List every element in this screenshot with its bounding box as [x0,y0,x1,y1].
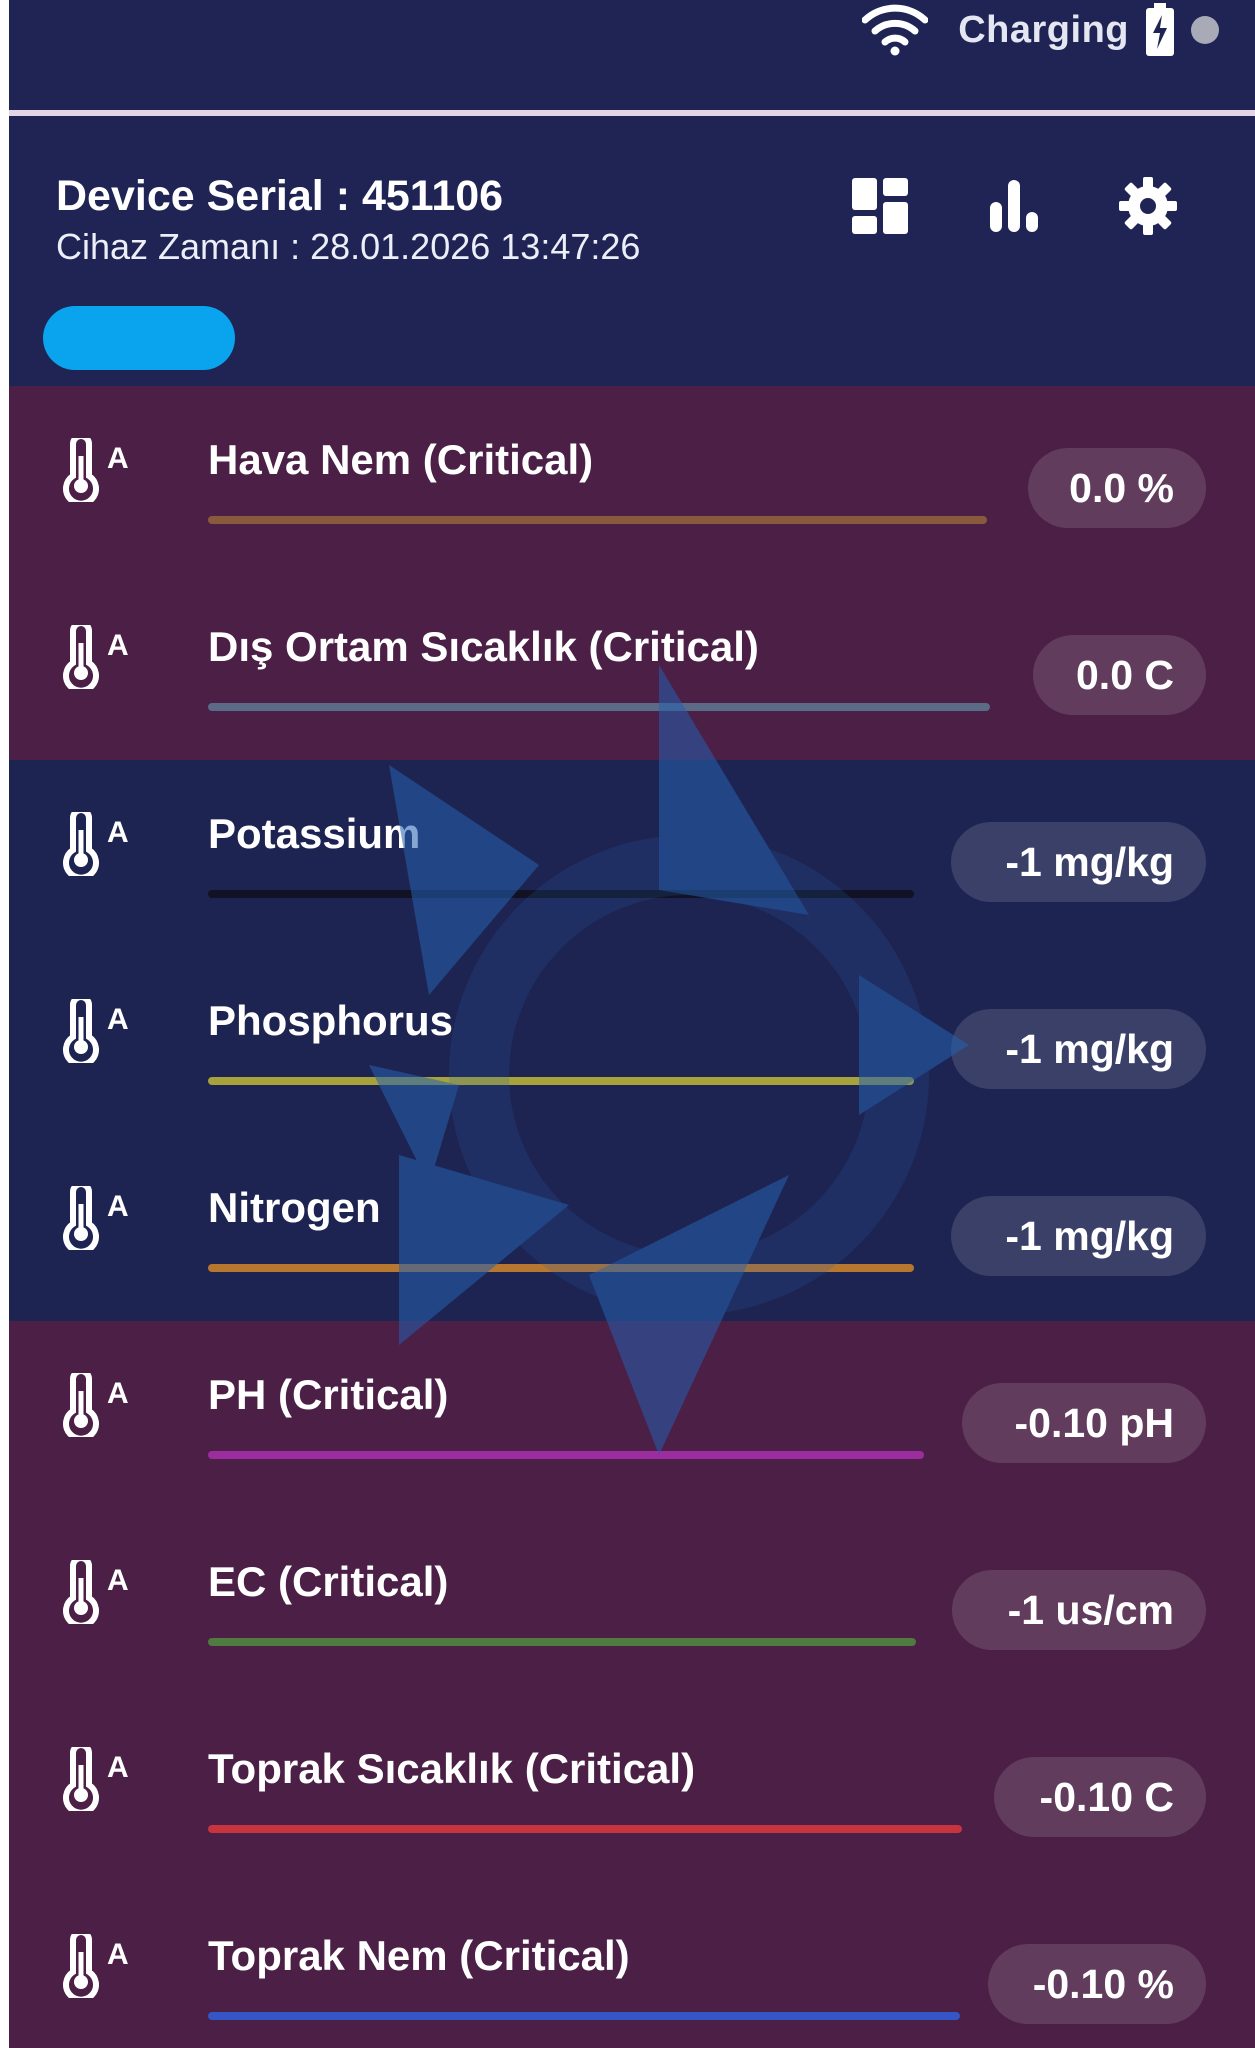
sensor-trend-line [208,516,987,524]
sensor-value-badge: -1 mg/kg [951,1009,1206,1089]
sensor-value-badge: -0.10 % [988,1944,1206,2024]
thermometer-auto-icon: A [63,438,129,502]
sensor-trend-line [208,1825,962,1833]
sensor-trend-line [208,890,914,898]
thermometer-auto-icon: A [63,1747,129,1811]
sensor-trend-line [208,1451,924,1459]
sensor-row[interactable]: A Dış Ortam Sıcaklık (Critical) 0.0 C [9,573,1255,760]
charging-status-text: Charging [958,8,1129,51]
sensor-row[interactable]: A EC (Critical) -1 us/cm [9,1508,1255,1695]
sensor-trend-line [208,1264,914,1272]
sensor-value-badge: 0.0 C [1033,635,1206,715]
status-dot-icon [1191,16,1219,44]
thermometer-auto-icon: A [63,1560,129,1624]
sensor-label: Nitrogen [208,1184,381,1231]
sensor-trend-line [208,703,990,711]
app-screen: Charging Device Serial : 451106 Cihaz Za… [9,0,1255,2048]
svg-text:A: A [107,1377,129,1410]
sensor-label: Hava Nem (Critical) [208,436,594,483]
sensor-value-badge: -0.10 C [994,1757,1206,1837]
svg-text:A: A [107,629,129,662]
svg-text:A: A [107,1190,129,1223]
thermometer-auto-icon: A [63,1186,129,1250]
sensor-row[interactable]: A Hava Nem (Critical) 0.0 % [9,386,1255,573]
sensor-label: Dış Ortam Sıcaklık (Critical) [208,623,759,670]
sensor-row[interactable]: A Toprak Sıcaklık (Critical) -0.10 C [9,1695,1255,1882]
svg-text:A: A [107,1003,129,1036]
battery-charging-icon [1146,3,1174,56]
status-bar: Charging [9,0,1255,116]
settings-gear-icon[interactable] [1118,176,1178,236]
sensor-trend-line [208,1077,914,1085]
sensor-label: Toprak Nem (Critical) [208,1932,630,1979]
wifi-icon [862,4,929,56]
sensor-list: A Hava Nem (Critical) 0.0 % A Dış Ortam Sıca… [9,386,1255,2048]
sensor-value-badge: -1 us/cm [952,1570,1206,1650]
sensor-row[interactable]: A Potassium -1 mg/kg [9,760,1255,947]
sensor-value-badge: -1 mg/kg [951,822,1206,902]
svg-text:A: A [107,1938,129,1971]
status-pill-button[interactable] [43,306,235,370]
sensor-label: Potassium [208,810,421,857]
dashboard-icon[interactable] [850,176,910,236]
device-header: Device Serial : 451106 Cihaz Zamanı : 28… [9,116,1255,386]
sensor-value-badge: -1 mg/kg [951,1196,1206,1276]
svg-text:A: A [107,816,129,849]
thermometer-auto-icon: A [63,1934,129,1998]
sensor-value-badge: 0.0 % [1028,448,1206,528]
svg-text:A: A [107,1751,129,1784]
device-time: Cihaz Zamanı : 28.01.2026 13:47:26 [56,226,641,267]
sensor-trend-line [208,2012,960,2020]
status-indicators: Charging [862,0,1255,60]
svg-text:A: A [107,1564,129,1597]
thermometer-auto-icon: A [63,625,129,689]
sensor-row[interactable]: A Nitrogen -1 mg/kg [9,1134,1255,1321]
sensor-label: EC (Critical) [208,1558,449,1605]
sensor-label: Phosphorus [208,997,454,1044]
sensor-row[interactable]: A PH (Critical) -0.10 pH [9,1321,1255,1508]
sensor-label: PH (Critical) [208,1371,449,1418]
sensor-label: Toprak Sıcaklık (Critical) [208,1745,696,1792]
svg-text:A: A [107,442,129,475]
thermometer-auto-icon: A [63,812,129,876]
thermometer-auto-icon: A [63,999,129,1063]
sensor-row[interactable]: A Phosphorus -1 mg/kg [9,947,1255,1134]
thermometer-auto-icon: A [63,1373,129,1437]
sensor-value-badge: -0.10 pH [962,1383,1206,1463]
sensor-row[interactable]: A Toprak Nem (Critical) -0.10 % [9,1882,1255,2048]
sensor-trend-line [208,1638,916,1646]
bar-chart-icon[interactable] [984,176,1044,236]
device-serial: Device Serial : 451106 [56,172,504,220]
